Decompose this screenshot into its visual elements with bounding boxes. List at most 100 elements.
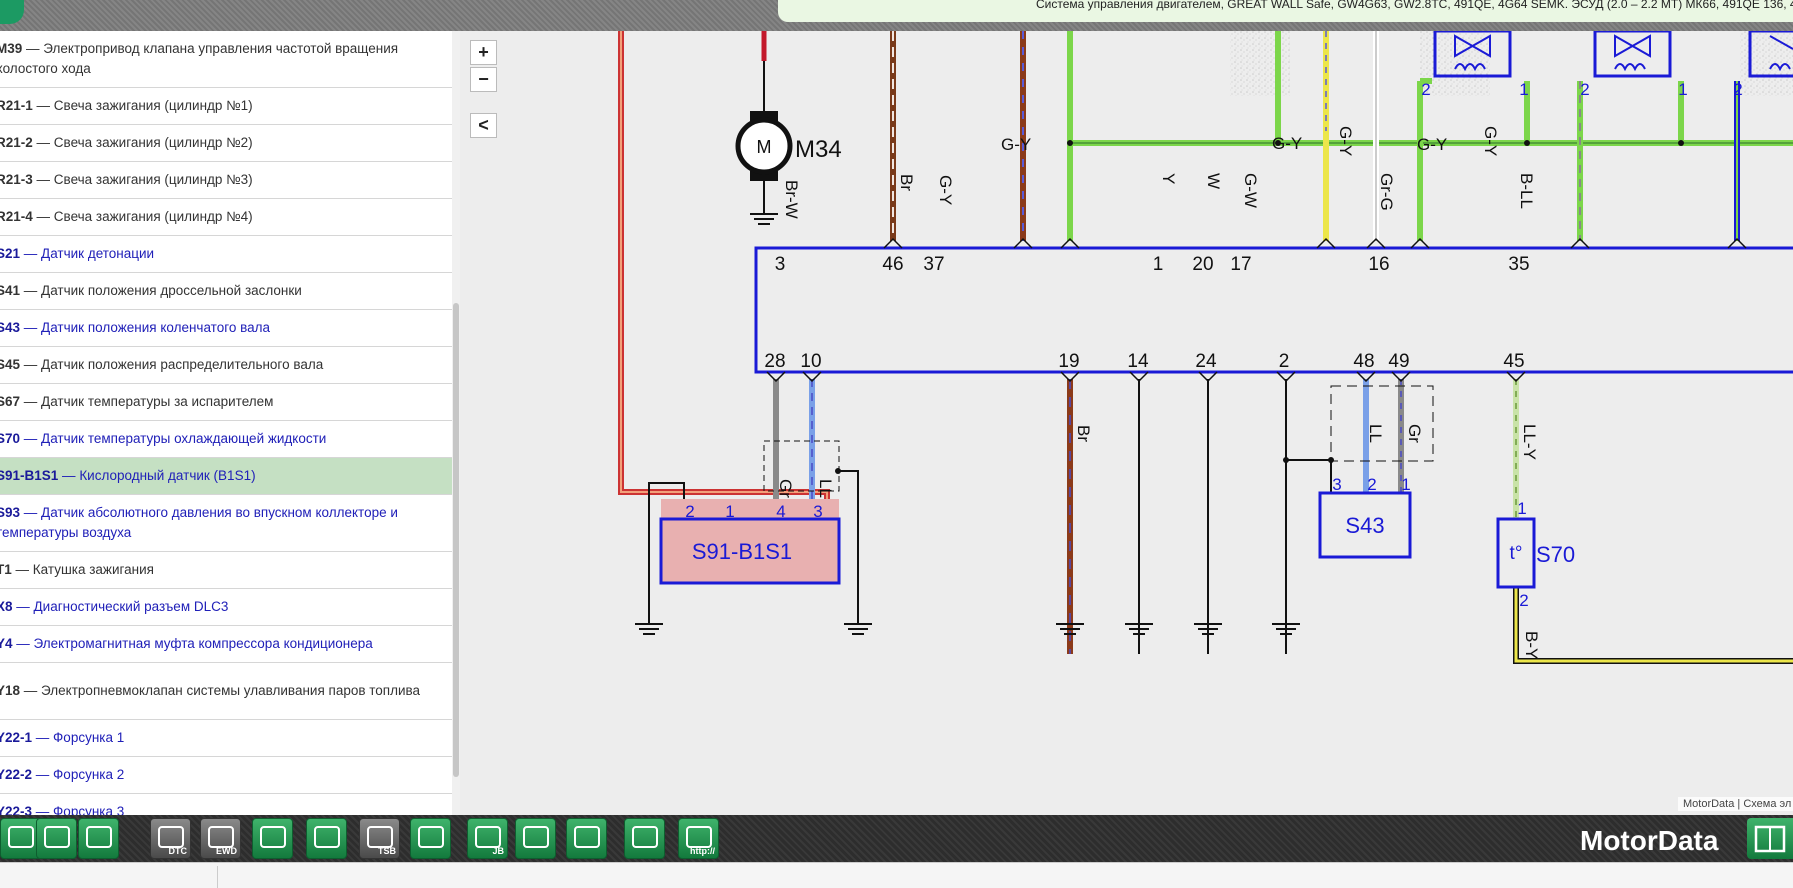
sidebar-item-r21-2[interactable]: R21-2 — Свеча зажигания (цилиндр №2) [0, 125, 452, 162]
wire-color-label: LL-Y [1520, 424, 1539, 460]
ecu-bottom-pin-number: 28 [764, 351, 785, 372]
o2-sensor-pin-number: 2 [685, 502, 694, 521]
ecu-connector-block [754, 246, 1793, 374]
component-code: Y22-3 [0, 804, 33, 815]
sidebar-item-y18[interactable]: Y18 — Электропневмоклапан системы улавли… [0, 663, 452, 720]
warning-icon [574, 826, 600, 848]
toolbar-web-button[interactable]: http:// [678, 818, 719, 859]
code-separator: — [32, 135, 54, 150]
top-pin-numbers: 3 46 37 1 20 17 16 35 [775, 254, 1530, 275]
ecu-top-pin-number: 20 [1192, 254, 1213, 275]
toolbar-fluids-button[interactable] [624, 818, 665, 859]
toolbar-maintenance-button[interactable] [36, 818, 77, 859]
sidebar-item-m39[interactable]: M39 — Электропривод клапана управления ч… [0, 31, 452, 88]
toolbar-button-label: TSB [378, 846, 396, 856]
ecu-bottom-pin-number: 14 [1127, 351, 1149, 372]
sidebar-item-s70[interactable]: S70 — Датчик температуры охлаждающей жид… [0, 421, 452, 458]
toolbar-warning-button[interactable] [566, 818, 607, 859]
bottom-toolbar: DTC EWD TSB JB http:// [0, 815, 1793, 862]
sidebar-item-label: S67 — Датчик температуры за испарителем [0, 392, 273, 412]
collapse-panel-button-overlay[interactable]: < [470, 113, 497, 138]
o2-heater-wire [618, 31, 830, 578]
component-description: Форсунка 2 [53, 767, 125, 782]
component-description: Электропневмоклапан системы улавливания … [41, 683, 421, 698]
sidebar-item-s91-b1s1[interactable]: S91-B1S1 — Кислородный датчик (B1S1) [0, 458, 452, 495]
toolbar-dtc-button[interactable]: DTC [150, 818, 191, 859]
home-icon [8, 826, 34, 848]
component-code: R21-2 [0, 135, 33, 150]
component-description: Свеча зажигания (цилиндр №2) [53, 135, 253, 150]
sidebar-item-s93[interactable]: S93 — Датчик абсолютного давления во впу… [0, 495, 452, 552]
sidebar-item-label: R21-4 — Свеча зажигания (цилиндр №4) [0, 207, 253, 227]
code-separator: — [32, 172, 54, 187]
specs-icon [260, 826, 286, 848]
component-description: Кислородный датчик (B1S1) [79, 468, 256, 483]
toolbar-specs-button[interactable] [252, 818, 293, 859]
wire-color-label: G-Y [1001, 135, 1031, 154]
toolbar-jb-button[interactable]: JB [467, 818, 508, 859]
sidebar-item-y22-1[interactable]: Y22-1 — Форсунка 1 [0, 720, 452, 757]
code-separator: — [20, 320, 42, 335]
toolbar-button-label: EWD [216, 846, 237, 856]
zoom-in-button-overlay[interactable]: + [470, 40, 497, 65]
toolbar-tsb-button[interactable]: TSB [359, 818, 400, 859]
zoom-out-button-overlay[interactable]: − [470, 67, 497, 92]
component-code: Y22-2 [0, 767, 33, 782]
ecu-top-pin-number: 1 [1153, 254, 1164, 275]
sidebar-item-label: S21 — Датчик детонации [0, 244, 154, 264]
sidebar-item-s21[interactable]: S21 — Датчик детонации [0, 236, 452, 273]
sidebar-item-r21-4[interactable]: R21-4 — Свеча зажигания (цилиндр №4) [0, 199, 452, 236]
toolbar-procedures-button[interactable] [78, 818, 119, 859]
component-code: S67 [0, 394, 21, 409]
sidebar-item-s67[interactable]: S67 — Датчик температуры за испарителем [0, 384, 452, 421]
sidebar-item-y4[interactable]: Y4 — Электромагнитная муфта компрессора … [0, 626, 452, 663]
ecu-top-pin-number: 37 [923, 254, 944, 275]
toolbar-home-button[interactable] [0, 818, 41, 859]
sidebar-item-x8[interactable]: X8 — Диагностический разъем DLC3 [0, 589, 452, 626]
sidebar-scrollbar-thumb[interactable] [453, 303, 459, 777]
status-divider [217, 866, 218, 888]
s43-pin-number: 2 [1367, 475, 1376, 494]
component-code: S41 [0, 283, 21, 298]
sidebar-item-label: S41 — Датчик положения дроссельной засло… [0, 281, 302, 301]
help-book-button[interactable] [1747, 818, 1793, 859]
component-description: Свеча зажигания (цилиндр №4) [53, 209, 253, 224]
map-attribution: MotorData | Схема эл [1678, 797, 1793, 811]
code-separator: — [20, 246, 42, 261]
window-top-bar: Система управления двигателем, GREAT WAL… [0, 0, 1793, 31]
sidebar-item-r21-1[interactable]: R21-1 — Свеча зажигания (цилиндр №1) [0, 88, 452, 125]
toolbar-body-button[interactable] [410, 818, 451, 859]
sidebar-item-label: S43 — Датчик положения коленчатого вала [0, 318, 270, 338]
ground-symbol [750, 213, 778, 225]
ecu-top-pin-number: 3 [775, 254, 786, 275]
ecu-bottom-pin-number: 48 [1353, 351, 1374, 372]
sidebar-item-s41[interactable]: S41 — Датчик положения дроссельной засло… [0, 273, 452, 310]
wiring-diagram-viewport[interactable]: M M34 3 46 37 1 20 17 16 35 28 10 19 14 … [460, 31, 1793, 815]
wiring-diagram-canvas: M M34 3 46 37 1 20 17 16 35 28 10 19 14 … [618, 31, 1793, 664]
sidebar-item-y22-3[interactable]: Y22-3 — Форсунка 3 [0, 794, 452, 815]
ecu-top-pin-number: 46 [882, 254, 903, 275]
sidebar-item-r21-3[interactable]: R21-3 — Свеча зажигания (цилиндр №3) [0, 162, 452, 199]
code-separator: — [32, 209, 54, 224]
component-description: Электромагнитная муфта компрессора конди… [33, 636, 373, 651]
component-code: X8 [0, 599, 13, 614]
component-description: Свеча зажигания (цилиндр №3) [53, 172, 253, 187]
toolbar-ewd-button[interactable]: EWD [200, 818, 241, 859]
code-separator: — [20, 283, 42, 298]
sidebar-item-label: S93 — Датчик абсолютного давления во впу… [0, 503, 442, 543]
sidebar-item-s45[interactable]: S45 — Датчик положения распределительног… [0, 347, 452, 384]
sidebar-item-y22-2[interactable]: Y22-2 — Форсунка 2 [0, 757, 452, 794]
component-description: Датчик детонации [41, 246, 155, 261]
toolbar-button-label: JB [492, 846, 504, 856]
sidebar-item-s43[interactable]: S43 — Датчик положения коленчатого вала [0, 310, 452, 347]
valve-pin-number: 2 [1733, 80, 1742, 99]
component-code: Y22-1 [0, 730, 33, 745]
toolbar-fuses-button[interactable] [515, 818, 556, 859]
s43-pin-number: 3 [1332, 475, 1341, 494]
ecu-top-pin-number: 35 [1508, 254, 1529, 275]
component-code: Y4 [0, 636, 13, 651]
sidebar-item-t1[interactable]: T1 — Катушка зажигания [0, 552, 452, 589]
toolbar-diagnostics-button[interactable] [306, 818, 347, 859]
code-separator: — [22, 41, 44, 56]
component-code: S45 [0, 357, 21, 372]
